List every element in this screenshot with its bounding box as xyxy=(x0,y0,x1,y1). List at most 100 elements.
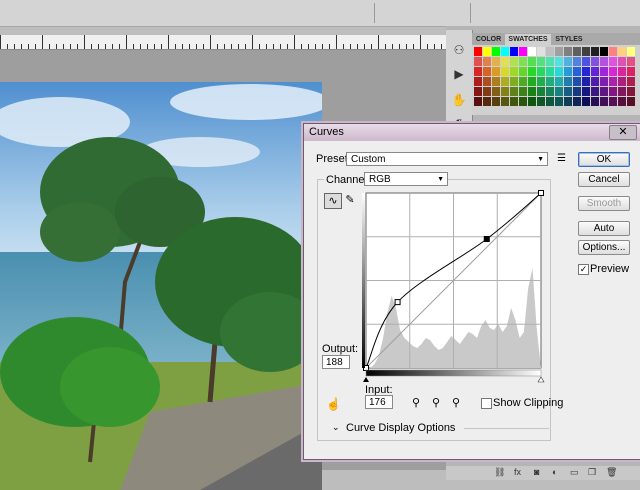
swatch[interactable] xyxy=(483,87,491,96)
swatch[interactable] xyxy=(474,47,482,56)
fx-icon[interactable]: fx xyxy=(514,467,521,477)
curve-point[interactable] xyxy=(538,190,544,196)
swatch-grid[interactable] xyxy=(474,47,639,112)
swatch[interactable] xyxy=(528,67,536,76)
swatch[interactable] xyxy=(582,57,590,66)
swatch[interactable] xyxy=(492,87,500,96)
curve-display-options[interactable]: Curve Display Options xyxy=(346,422,455,434)
trash-icon[interactable]: 🗑 xyxy=(606,467,617,478)
swatch[interactable] xyxy=(582,47,590,56)
swatch[interactable] xyxy=(528,77,536,86)
swatch[interactable] xyxy=(501,57,509,66)
cancel-button[interactable]: Cancel xyxy=(578,172,630,187)
swatch[interactable] xyxy=(618,67,626,76)
character-icon[interactable]: ✋ xyxy=(451,92,467,108)
swatch[interactable] xyxy=(501,87,509,96)
options-button[interactable]: Options... xyxy=(578,240,630,255)
curves-graph[interactable] xyxy=(362,190,548,386)
swatch[interactable] xyxy=(591,77,599,86)
swatch[interactable] xyxy=(474,97,482,106)
swatch[interactable] xyxy=(627,87,635,96)
swatch[interactable] xyxy=(609,57,617,66)
swatch[interactable] xyxy=(537,87,545,96)
swatch[interactable] xyxy=(519,57,527,66)
swatch[interactable] xyxy=(510,47,518,56)
curve-point[interactable] xyxy=(394,299,401,306)
expand-icon[interactable]: ⌄ xyxy=(332,422,340,433)
swatch[interactable] xyxy=(600,67,608,76)
actions-icon[interactable]: ▶ xyxy=(451,66,467,82)
swatch[interactable] xyxy=(501,97,509,106)
pencil-icon[interactable]: ✎ xyxy=(342,193,358,207)
swatch[interactable] xyxy=(546,97,554,106)
swatch[interactable] xyxy=(519,67,527,76)
swatch[interactable] xyxy=(555,57,563,66)
swatch[interactable] xyxy=(483,97,491,106)
tab-styles[interactable]: STYLES xyxy=(552,34,586,45)
swatch[interactable] xyxy=(627,97,635,106)
swatch[interactable] xyxy=(591,87,599,96)
swatch[interactable] xyxy=(537,67,545,76)
swatch[interactable] xyxy=(501,77,509,86)
swatch[interactable] xyxy=(555,67,563,76)
swatch[interactable] xyxy=(519,77,527,86)
swatch[interactable] xyxy=(519,87,527,96)
swatch[interactable] xyxy=(546,57,554,66)
swatch[interactable] xyxy=(600,57,608,66)
swatch[interactable] xyxy=(609,47,617,56)
swatch[interactable] xyxy=(528,47,536,56)
swatch[interactable] xyxy=(474,87,482,96)
swatch[interactable] xyxy=(627,57,635,66)
preview-checkbox[interactable]: ✓ xyxy=(578,264,589,275)
swatch[interactable] xyxy=(474,57,482,66)
swatch[interactable] xyxy=(537,57,545,66)
swatch[interactable] xyxy=(474,67,482,76)
tab-color[interactable]: COLOR xyxy=(472,34,505,45)
swatch[interactable] xyxy=(573,47,581,56)
swatch[interactable] xyxy=(555,77,563,86)
target-adjust-icon[interactable]: ☝ xyxy=(326,397,341,411)
history-icon[interactable]: ⚇ xyxy=(451,42,467,58)
swatch[interactable] xyxy=(627,47,635,56)
swatch[interactable] xyxy=(573,67,581,76)
swatch[interactable] xyxy=(492,77,500,86)
preset-select[interactable]: Custom ▼ xyxy=(346,152,548,166)
swatch[interactable] xyxy=(582,97,590,106)
preset-options-icon[interactable]: ☰ xyxy=(557,153,566,164)
swatch[interactable] xyxy=(528,97,536,106)
swatch[interactable] xyxy=(483,47,491,56)
swatch[interactable] xyxy=(555,87,563,96)
swatch[interactable] xyxy=(600,77,608,86)
swatch[interactable] xyxy=(564,47,572,56)
swatch[interactable] xyxy=(609,87,617,96)
swatch[interactable] xyxy=(564,77,572,86)
gray-eyedropper-icon[interactable]: ⚲ xyxy=(432,396,440,409)
white-point-slider[interactable] xyxy=(537,376,545,383)
swatch[interactable] xyxy=(582,87,590,96)
input-field[interactable]: 176 xyxy=(365,395,393,409)
swatch[interactable] xyxy=(528,87,536,96)
swatch[interactable] xyxy=(627,77,635,86)
swatch[interactable] xyxy=(564,97,572,106)
ok-button[interactable]: OK xyxy=(578,152,630,167)
adjustment-icon[interactable]: ◐ xyxy=(552,467,557,477)
swatch[interactable] xyxy=(591,47,599,56)
curve-point[interactable] xyxy=(483,235,490,242)
swatch[interactable] xyxy=(492,47,500,56)
swatch[interactable] xyxy=(609,77,617,86)
swatch[interactable] xyxy=(537,77,545,86)
swatch[interactable] xyxy=(492,97,500,106)
swatch[interactable] xyxy=(564,87,572,96)
swatch[interactable] xyxy=(546,87,554,96)
folder-icon[interactable]: ▭ xyxy=(570,467,579,478)
swatch[interactable] xyxy=(537,47,545,56)
swatch[interactable] xyxy=(600,97,608,106)
swatch[interactable] xyxy=(555,47,563,56)
swatch[interactable] xyxy=(483,77,491,86)
swatch[interactable] xyxy=(501,67,509,76)
swatch[interactable] xyxy=(609,97,617,106)
swatch[interactable] xyxy=(582,67,590,76)
smooth-button[interactable]: Smooth xyxy=(578,196,630,211)
swatch[interactable] xyxy=(510,97,518,106)
swatch[interactable] xyxy=(618,97,626,106)
